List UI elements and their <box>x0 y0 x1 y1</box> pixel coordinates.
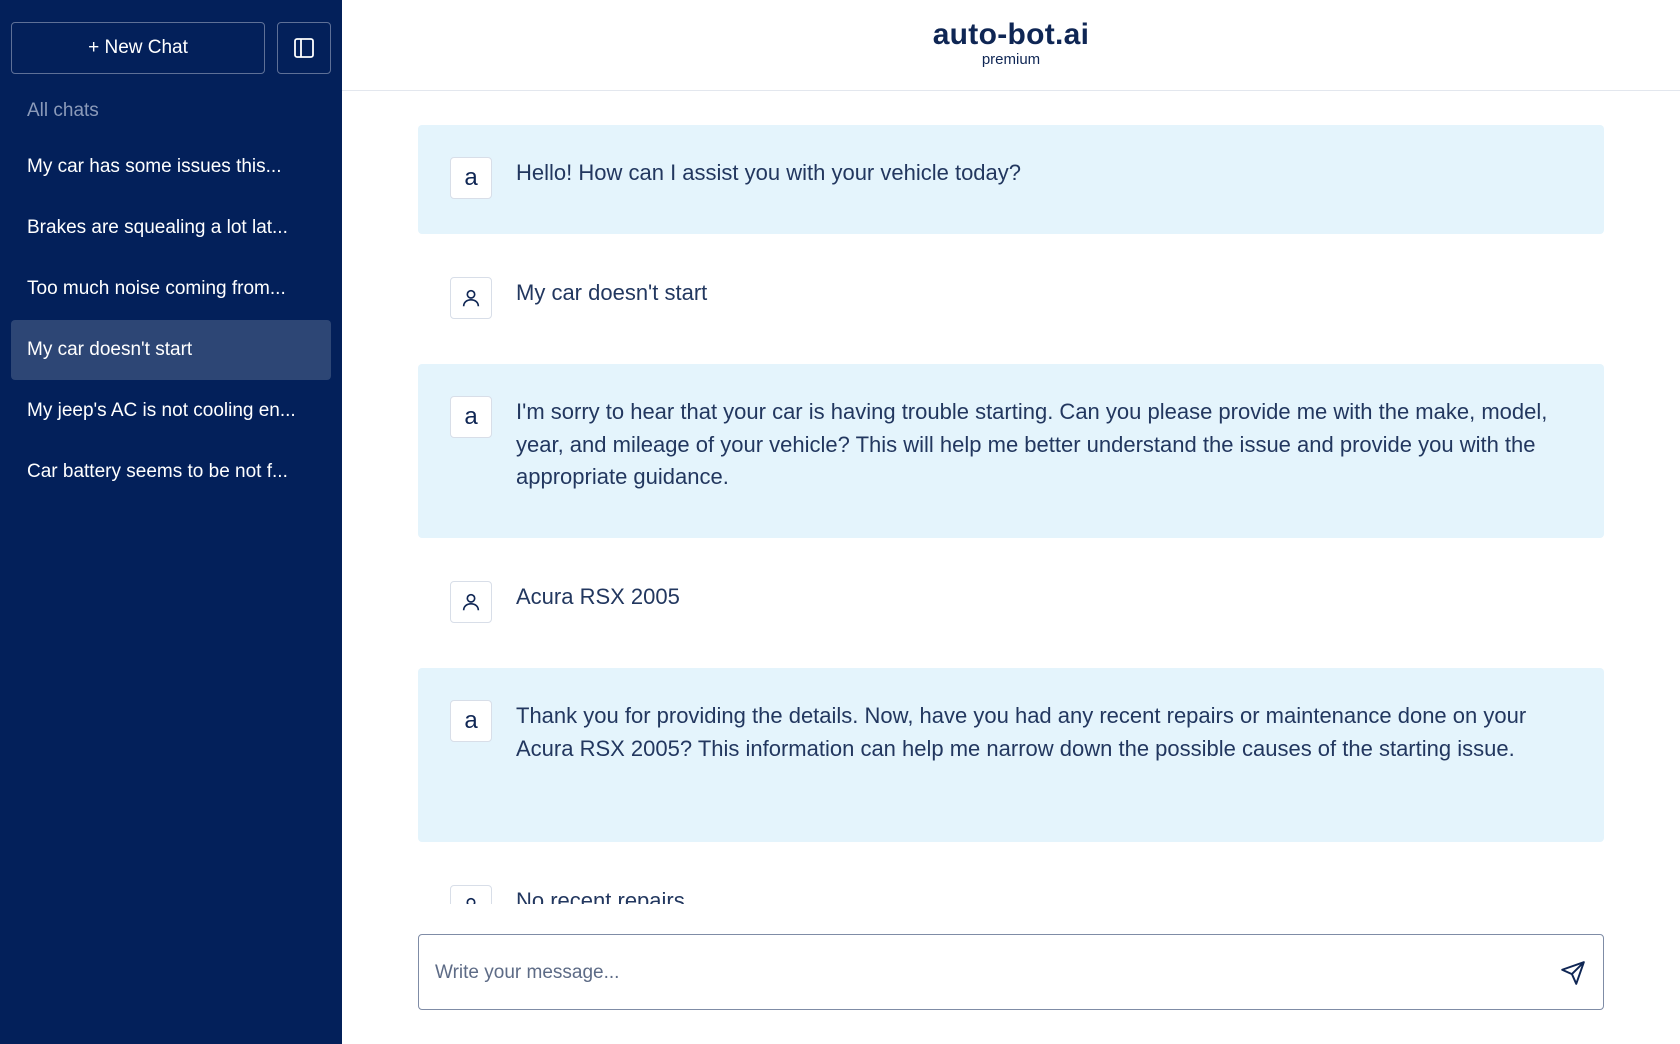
message-text: My car doesn't start <box>516 280 708 305</box>
all-chats-heading: All chats <box>27 100 99 121</box>
user-icon <box>462 593 480 611</box>
message-text: Acura RSX 2005 <box>516 584 680 609</box>
bot-message: a Hello! How can I assist you with your … <box>418 125 1604 234</box>
message-text: No recent repairs <box>516 888 685 904</box>
send-button[interactable] <box>1557 957 1589 989</box>
app-title: auto-bot.ai <box>932 18 1090 51</box>
bot-avatar: a <box>450 396 492 438</box>
sidebar-item-chat[interactable]: Car battery seems to be not f... <box>11 442 331 502</box>
bot-message: a I'm sorry to hear that your car is hav… <box>418 364 1604 538</box>
sidebar: + New Chat All chats My car has some iss… <box>0 0 342 1044</box>
user-avatar <box>450 581 492 623</box>
user-avatar <box>450 885 492 904</box>
bot-message: a Thank you for providing the details. N… <box>418 668 1604 842</box>
sidebar-item-chat-active[interactable]: My car doesn't start <box>11 320 331 380</box>
sidebar-toggle-icon <box>294 38 314 58</box>
new-chat-button[interactable]: + New Chat <box>11 22 265 74</box>
header: auto-bot.ai premium <box>342 0 1680 91</box>
chat-list: My car has some issues this... Brakes ar… <box>11 137 331 503</box>
message-text: Hello! How can I assist you with your ve… <box>516 160 1022 185</box>
user-message: My car doesn't start <box>418 245 1604 354</box>
sidebar-item-chat[interactable]: Brakes are squealing a lot lat... <box>11 198 331 258</box>
user-avatar <box>450 277 492 319</box>
sidebar-item-chat[interactable]: Too much noise coming from... <box>11 259 331 319</box>
sidebar-item-chat[interactable]: My jeep's AC is not cooling en... <box>11 381 331 441</box>
user-message: No recent repairs <box>418 853 1604 904</box>
sidebar-toggle-button[interactable] <box>277 22 331 74</box>
message-text: I'm sorry to hear that your car is havin… <box>516 399 1548 489</box>
app-subtitle: premium <box>981 51 1041 68</box>
sidebar-item-chat[interactable]: My car has some issues this... <box>11 137 331 197</box>
message-input[interactable] <box>433 935 1537 1011</box>
message-composer <box>418 934 1604 1011</box>
message-list[interactable]: a Hello! How can I assist you with your … <box>342 92 1680 904</box>
user-icon <box>462 289 480 307</box>
send-icon <box>1561 961 1585 985</box>
user-icon <box>466 897 476 904</box>
bot-avatar: a <box>450 700 492 742</box>
bot-avatar: a <box>450 157 492 199</box>
message-text: Thank you for providing the details. Now… <box>516 703 1527 761</box>
user-message: Acura RSX 2005 <box>418 549 1604 658</box>
